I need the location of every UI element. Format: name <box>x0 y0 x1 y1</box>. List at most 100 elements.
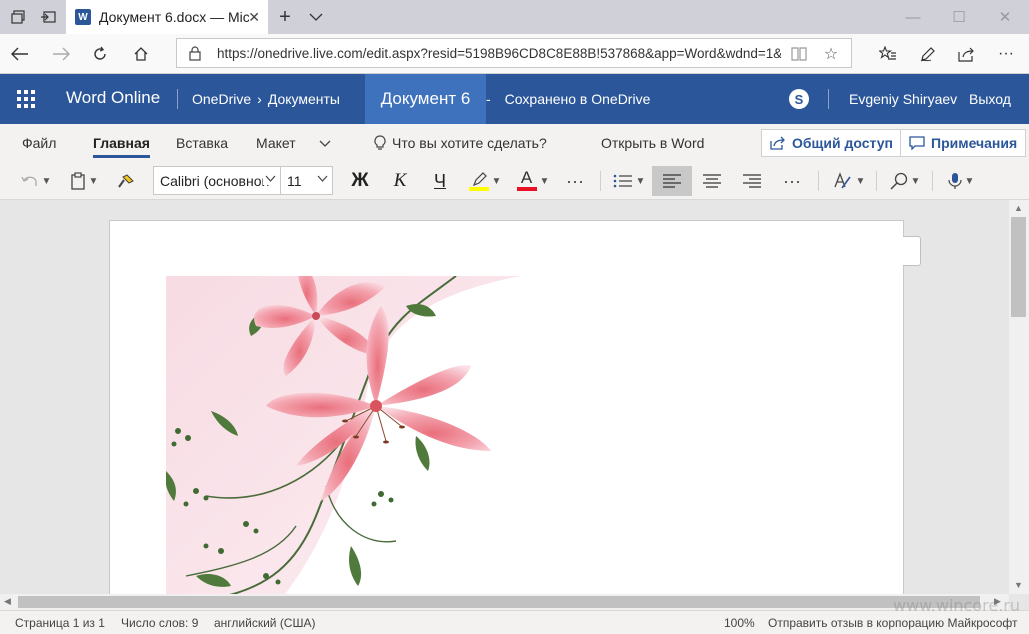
set-aside-tabs-icon[interactable] <box>34 4 62 30</box>
more-paragraph-options-icon[interactable]: ··· <box>778 166 806 196</box>
close-window-icon[interactable]: ✕ <box>982 0 1028 34</box>
tab-file[interactable]: Файл <box>22 135 56 151</box>
save-status-dash: - <box>486 91 491 107</box>
favorite-star-icon[interactable]: ☆ <box>821 44 841 64</box>
font-color-button[interactable]: A ▼ <box>512 166 554 196</box>
toolbar-divider <box>932 171 933 191</box>
highlighter-icon <box>472 171 487 186</box>
font-name-select[interactable]: Calibri (основной <box>153 166 281 195</box>
address-bar[interactable]: https://onedrive.live.com/edit.aspx?resi… <box>176 38 852 68</box>
font-size-value: 11 <box>287 173 302 189</box>
home-icon[interactable] <box>125 40 157 68</box>
chevron-down-icon: ▼ <box>855 175 866 187</box>
bullets-button[interactable]: ▼ <box>608 166 650 196</box>
document-name[interactable]: Документ 6 <box>365 74 486 124</box>
refresh-icon[interactable] <box>84 40 116 68</box>
comments-button[interactable]: Примечания <box>900 129 1027 157</box>
bullet-list-icon <box>613 174 632 188</box>
sign-out-link[interactable]: Выход <box>969 91 1011 107</box>
paste-button[interactable]: ▼ <box>64 166 104 196</box>
notes-pen-icon[interactable] <box>912 40 944 68</box>
breadcrumb-onedrive[interactable]: OneDrive <box>192 91 251 107</box>
chevron-down-icon <box>263 173 276 185</box>
tab-layout[interactable]: Макет <box>256 135 296 151</box>
tab-insert[interactable]: Вставка <box>176 135 228 151</box>
styles-icon <box>833 172 851 189</box>
feedback-link[interactable]: Отправить отзыв в корпорацию Майкрософт <box>768 616 1017 630</box>
scroll-left-arrow-icon[interactable]: ◀ <box>4 596 11 607</box>
share-label: Общий доступ <box>792 135 893 151</box>
align-center-button[interactable] <box>692 166 732 196</box>
browser-tab-active[interactable]: W Документ 6.docx — Microsoft Word Onlin… <box>66 0 268 34</box>
format-painter-button[interactable] <box>112 166 140 196</box>
header-divider-right <box>828 89 829 109</box>
chevron-down-icon <box>317 173 328 185</box>
search-icon <box>890 172 907 190</box>
dictate-button[interactable]: ▼ <box>940 166 982 196</box>
lock-icon[interactable] <box>189 45 205 61</box>
underline-button[interactable]: Ч <box>424 166 456 196</box>
url-text[interactable]: https://onedrive.live.com/edit.aspx?resi… <box>217 46 781 61</box>
more-font-options-icon[interactable]: ··· <box>561 166 589 196</box>
horizontal-scrollbar[interactable]: ◀ ▶ <box>0 594 1009 610</box>
vertical-scrollbar[interactable]: ▲ ▼ <box>1009 200 1029 594</box>
clipboard-icon <box>70 172 85 190</box>
breadcrumb-documents[interactable]: Документы <box>268 91 340 107</box>
more-menu-icon[interactable]: ··· <box>990 40 1022 68</box>
tell-me-search[interactable]: Что вы хотите сделать? <box>374 135 547 151</box>
scroll-down-arrow-icon[interactable]: ▼ <box>1014 580 1023 590</box>
comment-pane-handle[interactable] <box>903 236 921 266</box>
new-tab-icon[interactable]: + <box>271 4 299 30</box>
zoom-level[interactable]: 100% <box>724 616 755 630</box>
share-page-icon[interactable] <box>951 40 983 68</box>
language[interactable]: английский (США) <box>214 616 315 630</box>
tab-title: Документ 6.docx — Microsoft Word Online <box>99 9 249 25</box>
header-divider <box>177 89 178 109</box>
share-button[interactable]: Общий доступ <box>761 129 902 157</box>
font-name-value: Calibri (основной <box>160 173 270 189</box>
tab-manager-icon[interactable] <box>4 4 32 30</box>
maximize-icon[interactable]: ☐ <box>936 0 982 34</box>
back-icon[interactable] <box>4 40 36 68</box>
chevron-down-icon: ▼ <box>88 175 99 187</box>
comment-icon <box>909 136 925 150</box>
tab-home[interactable]: Главная <box>93 135 150 158</box>
skype-icon[interactable]: S <box>789 89 809 109</box>
more-tabs-chevron-icon[interactable] <box>319 135 331 151</box>
save-status: - Сохранено в OneDrive <box>486 91 650 107</box>
breadcrumb: OneDrive › Документы <box>192 91 340 107</box>
font-size-select[interactable]: 11 <box>280 166 333 195</box>
chevron-down-icon: ▼ <box>635 175 646 187</box>
app-launcher-icon[interactable] <box>17 90 35 108</box>
italic-button[interactable]: К <box>384 166 416 196</box>
bold-button[interactable]: Ж <box>344 166 376 196</box>
word-app-icon: W <box>75 9 91 25</box>
favorites-list-icon[interactable] <box>872 40 904 68</box>
tell-me-text: Что вы хотите сделать? <box>392 135 547 151</box>
tab-preview-chevron-icon[interactable] <box>302 4 330 30</box>
open-in-word-button[interactable]: Открыть в Word <box>601 135 704 151</box>
document-canvas[interactable] <box>0 200 1009 594</box>
horizontal-scroll-thumb[interactable] <box>18 596 980 608</box>
scroll-up-arrow-icon[interactable]: ▲ <box>1014 203 1023 213</box>
forward-icon[interactable] <box>45 40 77 68</box>
font-color-swatch <box>516 187 537 191</box>
format-painter-icon <box>118 174 134 188</box>
user-name[interactable]: Evgeniy Shiryaev <box>849 91 957 107</box>
document-page[interactable] <box>109 220 904 594</box>
align-left-button[interactable] <box>652 166 692 196</box>
styles-button[interactable]: ▼ <box>828 166 870 196</box>
lily-illustration[interactable] <box>166 276 526 594</box>
lightbulb-icon <box>374 135 386 150</box>
minimize-icon[interactable]: — <box>890 0 936 34</box>
word-count: Число слов: 9 <box>121 616 199 630</box>
comments-label: Примечания <box>931 135 1018 151</box>
vertical-scroll-thumb[interactable] <box>1011 217 1026 317</box>
find-button[interactable]: ▼ <box>884 166 926 196</box>
align-right-button[interactable] <box>732 166 772 196</box>
highlight-button[interactable]: ▼ <box>464 166 506 196</box>
close-tab-icon[interactable]: ✕ <box>248 9 260 26</box>
undo-button[interactable]: ▼ <box>16 166 56 196</box>
brand-title[interactable]: Word Online <box>66 88 160 108</box>
reading-view-icon[interactable] <box>789 44 809 64</box>
